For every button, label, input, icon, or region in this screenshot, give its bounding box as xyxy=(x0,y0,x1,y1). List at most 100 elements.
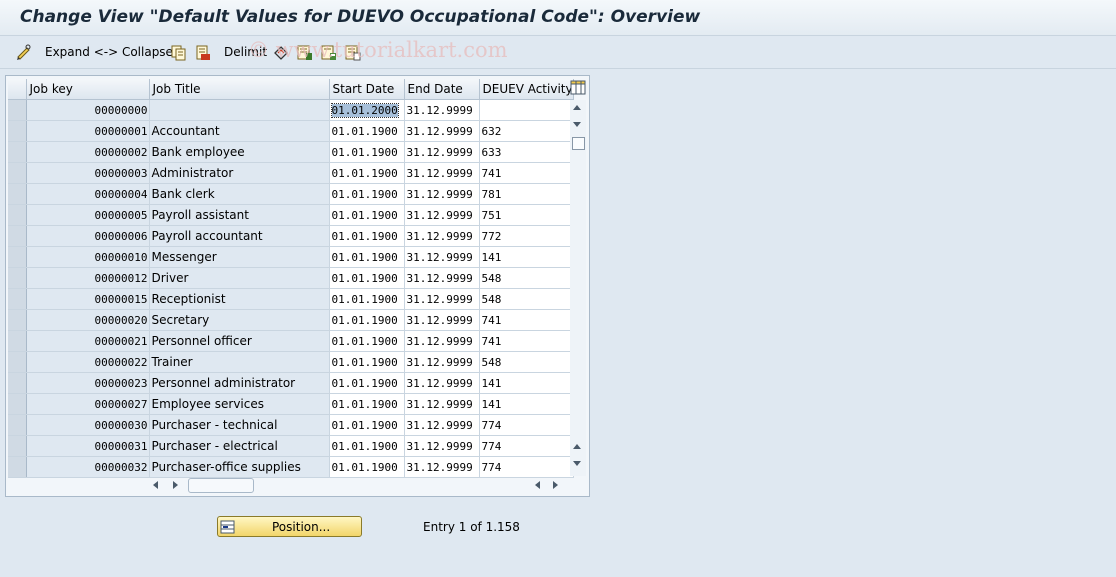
scroll-left-end-icon[interactable] xyxy=(535,481,540,489)
table-row[interactable]: 00000022 Trainer 01.01.1900 31.12.9999 548 xyxy=(8,351,574,373)
column-header-job-title[interactable]: Job Title xyxy=(149,79,330,100)
deselect-all-button[interactable] xyxy=(345,43,361,61)
deuev-activity-field[interactable] xyxy=(479,99,574,121)
end-date-field[interactable]: 31.12.9999 xyxy=(404,120,480,142)
deuev-activity-field[interactable]: 741 xyxy=(479,162,574,184)
table-row[interactable]: 00000015 Receptionist 01.01.1900 31.12.9999… xyxy=(8,288,574,310)
horizontal-scrollbar[interactable] xyxy=(150,477,562,493)
table-row[interactable]: 00000003 Administrator 01.01.1900 31.12.999… xyxy=(8,162,574,184)
deuev-activity-field[interactable]: 774 xyxy=(479,435,574,457)
deuev-activity-field[interactable]: 141 xyxy=(479,393,574,415)
end-date-field[interactable]: 31.12.9999 xyxy=(404,309,480,331)
end-date-field[interactable]: 31.12.9999 xyxy=(404,246,480,268)
end-date-field[interactable]: 31.12.9999 xyxy=(404,351,480,373)
vertical-scrollbar[interactable] xyxy=(570,100,586,476)
end-date-field[interactable]: 31.12.9999 xyxy=(404,372,480,394)
deuev-activity-field[interactable]: 548 xyxy=(479,267,574,289)
start-date-field[interactable]: 01.01.1900 xyxy=(329,141,405,163)
table-row[interactable]: 00000012 Driver 01.01.1900 31.12.9999 548 xyxy=(8,267,574,289)
start-date-field[interactable]: 01.01.1900 xyxy=(329,456,405,478)
row-selector[interactable] xyxy=(8,246,27,268)
row-selector[interactable] xyxy=(8,351,27,373)
select-all-button[interactable] xyxy=(297,43,312,61)
column-header-end-date[interactable]: End Date xyxy=(404,79,480,100)
change-display-button[interactable] xyxy=(16,43,32,61)
deuev-activity-field[interactable]: 772 xyxy=(479,225,574,247)
row-selector[interactable] xyxy=(8,141,27,163)
end-date-field[interactable]: 31.12.9999 xyxy=(404,414,480,436)
start-date-field[interactable]: 01.01.1900 xyxy=(329,162,405,184)
row-selector[interactable] xyxy=(8,456,27,478)
deuev-activity-field[interactable]: 141 xyxy=(479,246,574,268)
row-selector[interactable] xyxy=(8,435,27,457)
table-row[interactable]: 00000023 Personnel administrator 01.01.190… xyxy=(8,372,574,394)
scroll-left-icon[interactable] xyxy=(153,481,158,489)
position-button[interactable]: Position... xyxy=(217,516,362,537)
row-selector[interactable] xyxy=(8,162,27,184)
scroll-right-end-icon[interactable] xyxy=(553,481,558,489)
expand-collapse-button[interactable]: Expand <-> Collapse xyxy=(45,43,173,61)
end-date-field[interactable]: 31.12.9999 xyxy=(404,267,480,289)
end-date-field[interactable]: 31.12.9999 xyxy=(404,204,480,226)
table-settings-button[interactable] xyxy=(570,79,586,96)
row-selector[interactable] xyxy=(8,225,27,247)
start-date-field[interactable]: 01.01.1900 xyxy=(329,372,405,394)
start-date-field[interactable]: 01.01.1900 xyxy=(329,393,405,415)
table-row[interactable]: 00000002 Bank employee 01.01.1900 31.12.999… xyxy=(8,141,574,163)
deuev-activity-field[interactable]: 632 xyxy=(479,120,574,142)
row-selector[interactable] xyxy=(8,183,27,205)
column-header-start-date[interactable]: Start Date xyxy=(329,79,405,100)
start-date-field[interactable]: 01.01.1900 xyxy=(329,246,405,268)
deuev-activity-field[interactable]: 141 xyxy=(479,372,574,394)
undo-change-button[interactable] xyxy=(273,43,288,61)
end-date-field[interactable]: 31.12.9999 xyxy=(404,162,480,184)
horizontal-scroll-thumb[interactable] xyxy=(188,478,254,493)
delimit-button[interactable]: Delimit xyxy=(224,43,267,61)
deuev-activity-field[interactable]: 633 xyxy=(479,141,574,163)
table-row[interactable]: 00000027 Employee services 01.01.1900 31.12… xyxy=(8,393,574,415)
row-selector[interactable] xyxy=(8,204,27,226)
delete-button[interactable] xyxy=(195,43,210,61)
scroll-up-icon[interactable] xyxy=(573,105,581,110)
row-selector[interactable] xyxy=(8,393,27,415)
start-date-field[interactable]: 01.01.1900 xyxy=(329,330,405,352)
row-selector[interactable] xyxy=(8,267,27,289)
start-date-field[interactable]: 01.01.1900 xyxy=(329,351,405,373)
start-date-field[interactable]: 01.01.1900 xyxy=(329,267,405,289)
start-date-field[interactable]: 01.01.2000 xyxy=(329,99,405,121)
start-date-field[interactable]: 01.01.1900 xyxy=(329,183,405,205)
row-selector[interactable] xyxy=(8,372,27,394)
table-row[interactable]: 00000004 Bank clerk 01.01.1900 31.12.9999 78… xyxy=(8,183,574,205)
table-row[interactable]: 00000006 Payroll accountant 01.01.1900 31.1… xyxy=(8,225,574,247)
start-date-field[interactable]: 01.01.1900 xyxy=(329,414,405,436)
start-date-field[interactable]: 01.01.1900 xyxy=(329,435,405,457)
table-row[interactable]: 00000010 Messenger 01.01.1900 31.12.9999 141 xyxy=(8,246,574,268)
table-row[interactable]: 00000020 Secretary 01.01.1900 31.12.9999 741 xyxy=(8,309,574,331)
end-date-field[interactable]: 31.12.9999 xyxy=(404,435,480,457)
deuev-activity-field[interactable]: 774 xyxy=(479,456,574,478)
deuev-activity-field[interactable]: 774 xyxy=(479,414,574,436)
scroll-thumb[interactable] xyxy=(572,137,585,150)
select-block-button[interactable] xyxy=(321,43,336,61)
table-row[interactable]: 00000005 Payroll assistant 01.01.1900 31.12… xyxy=(8,204,574,226)
end-date-field[interactable]: 31.12.9999 xyxy=(404,456,480,478)
start-date-field[interactable]: 01.01.1900 xyxy=(329,225,405,247)
start-date-field[interactable]: 01.01.1900 xyxy=(329,204,405,226)
start-date-field[interactable]: 01.01.1900 xyxy=(329,309,405,331)
deuev-activity-field[interactable]: 781 xyxy=(479,183,574,205)
scroll-right-icon[interactable] xyxy=(173,481,178,489)
table-row[interactable]: 00000030 Purchaser - technical 01.01.1900 3… xyxy=(8,414,574,436)
table-row[interactable]: 00000000 01.01.2000 31.12.9999 xyxy=(8,99,574,121)
deuev-activity-field[interactable]: 741 xyxy=(479,330,574,352)
start-date-field[interactable]: 01.01.1900 xyxy=(329,120,405,142)
row-selector[interactable] xyxy=(8,309,27,331)
deuev-activity-field[interactable]: 548 xyxy=(479,351,574,373)
end-date-field[interactable]: 31.12.9999 xyxy=(404,288,480,310)
end-date-field[interactable]: 31.12.9999 xyxy=(404,141,480,163)
end-date-field[interactable]: 31.12.9999 xyxy=(404,330,480,352)
deuev-activity-field[interactable]: 548 xyxy=(479,288,574,310)
end-date-field[interactable]: 31.12.9999 xyxy=(404,225,480,247)
row-selector[interactable] xyxy=(8,288,27,310)
table-row[interactable]: 00000032 Purchaser-office supplies 01.01.1… xyxy=(8,456,574,478)
table-row[interactable]: 00000001 Accountant 01.01.1900 31.12.9999 63… xyxy=(8,120,574,142)
